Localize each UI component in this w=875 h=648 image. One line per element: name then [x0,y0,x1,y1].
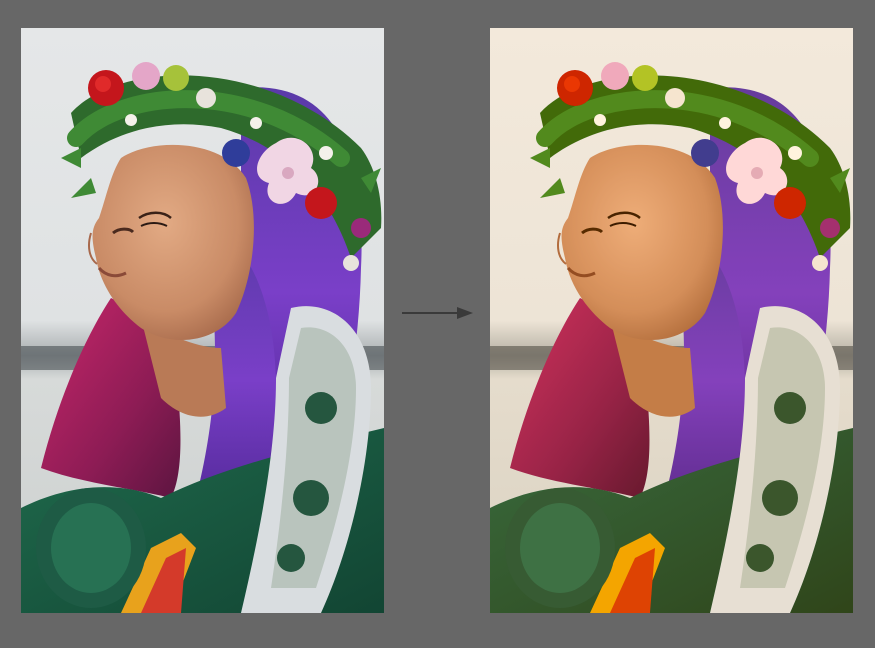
portrait-image [21,28,384,613]
portrait-image-edited [490,28,853,613]
before-photo [21,28,384,613]
after-photo [490,28,853,613]
arrow-right-icon [401,304,475,322]
